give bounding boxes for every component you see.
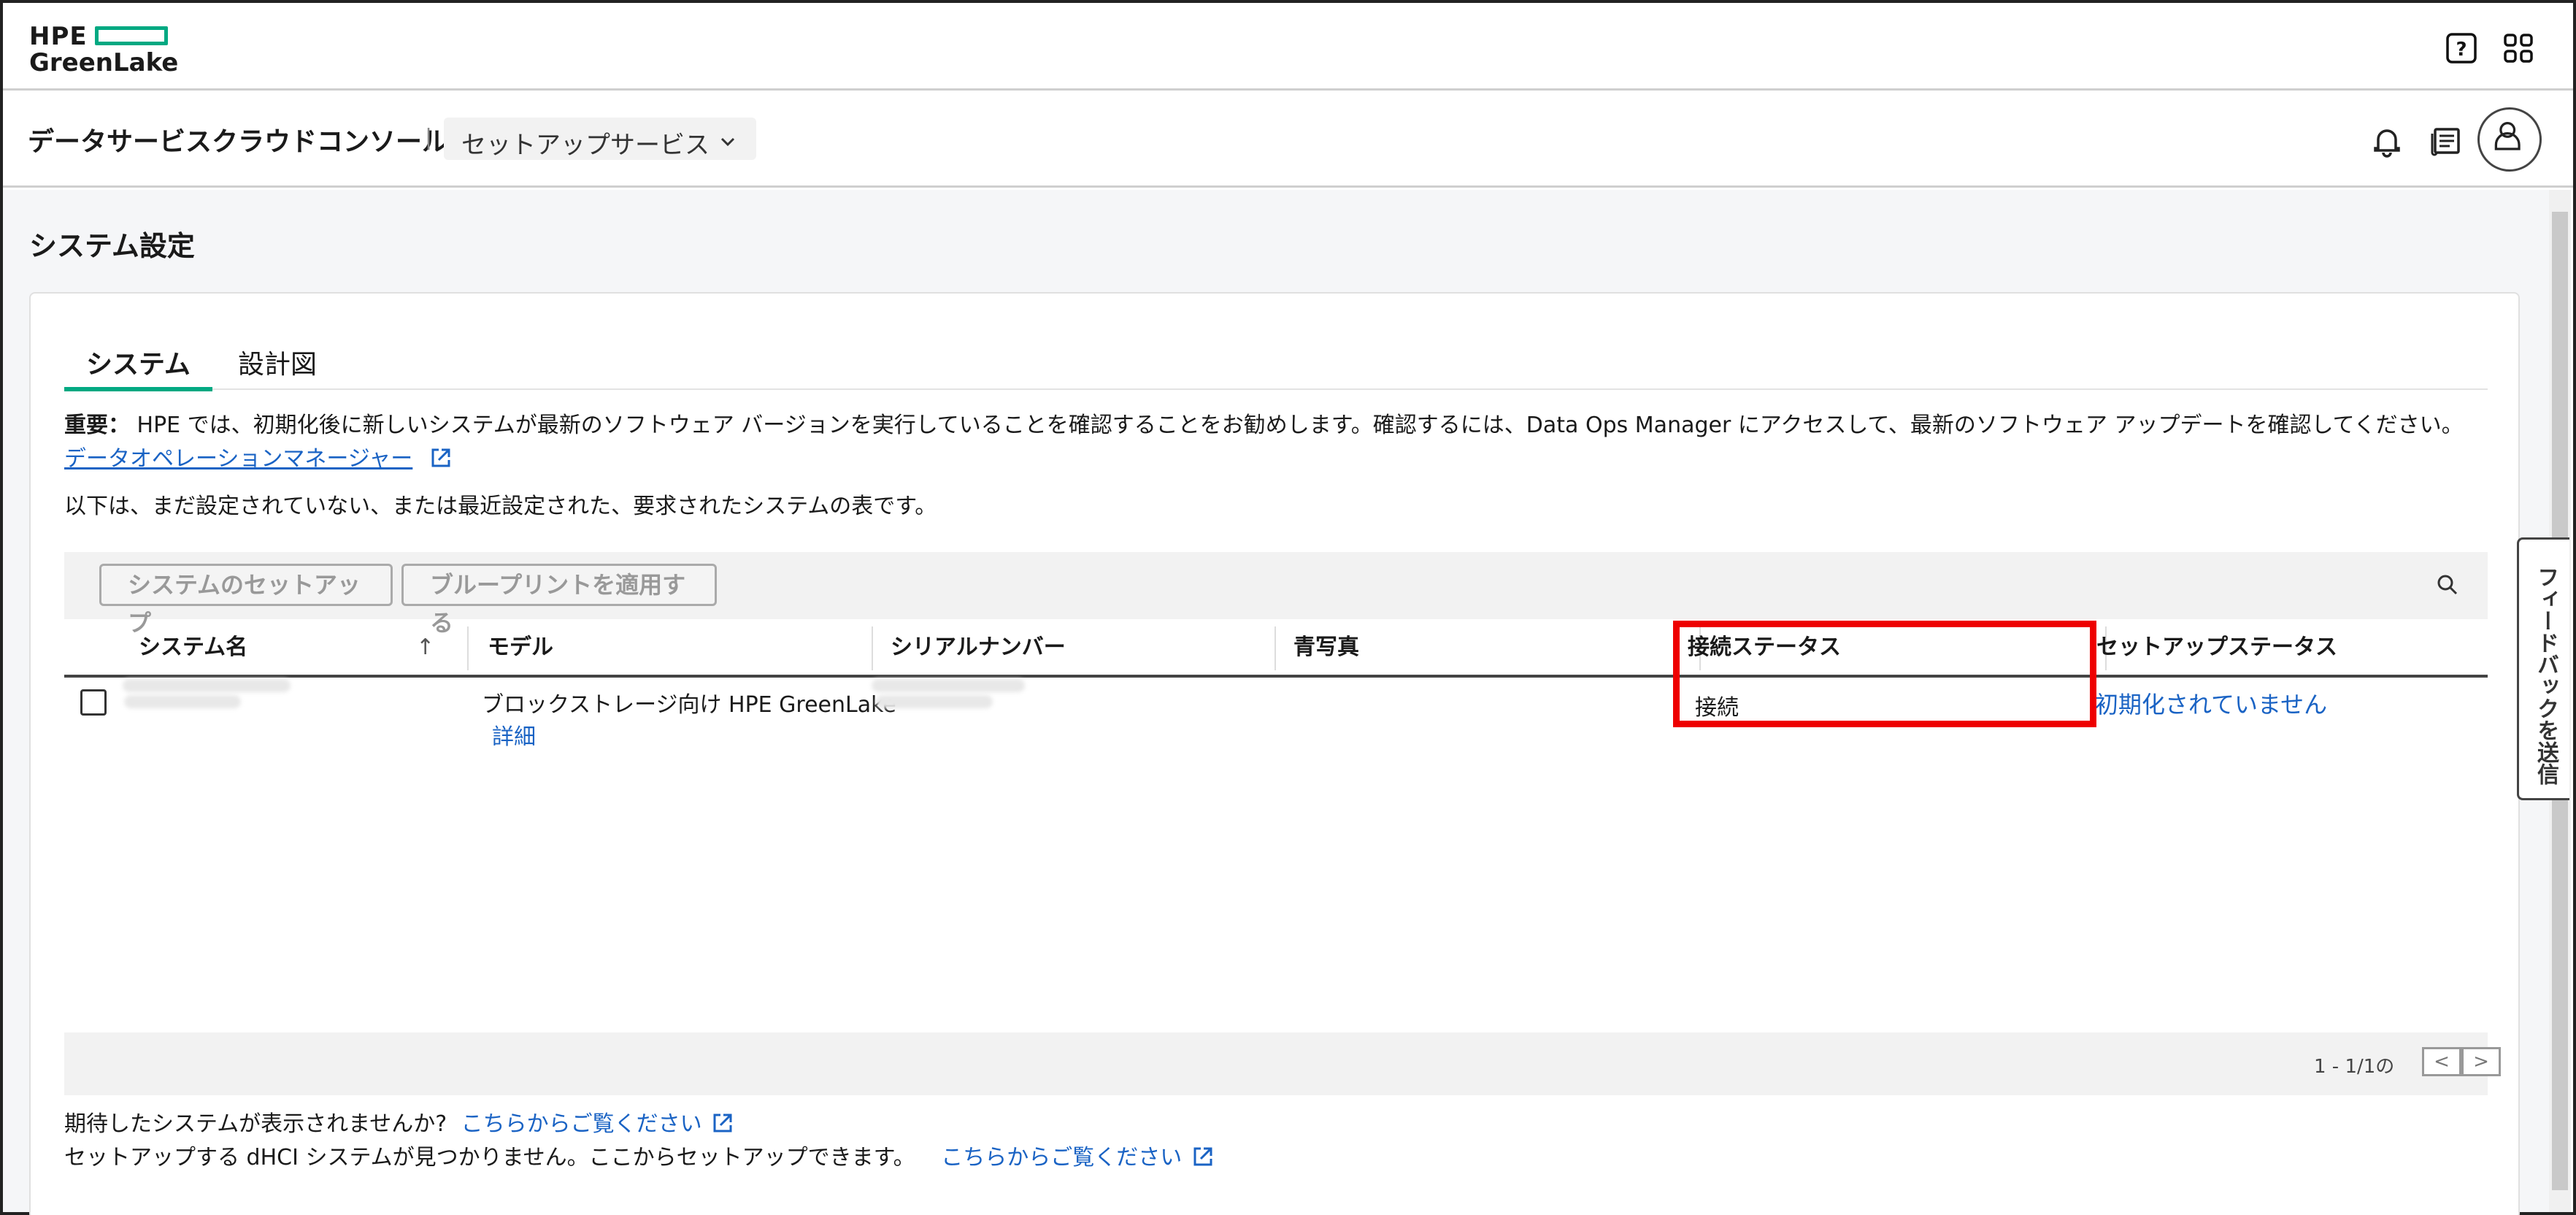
model-details-link[interactable]: 詳細 — [492, 718, 536, 751]
prev-page-button[interactable]: < — [2422, 1047, 2461, 1076]
top-bar: HPE GreenLake ? — [3, 3, 2573, 91]
service-select-label: セットアップサービス — [461, 131, 710, 160]
redacted-text — [872, 679, 1025, 692]
pagination-bar: 1 - 1/1の < > — [64, 1032, 2501, 1095]
missing-system-link[interactable]: こちらからご覧ください — [461, 1111, 702, 1137]
notice-label: 重要： — [64, 413, 130, 438]
chevron-down-icon — [720, 137, 735, 147]
redacted-system-name — [124, 695, 241, 708]
next-page-button[interactable]: > — [2461, 1047, 2501, 1076]
app-title[interactable]: データサービスクラウドコンソール — [28, 120, 448, 158]
data-ops-manager-link[interactable]: データオペレーションマネージャー — [64, 446, 412, 472]
tab-bar: システム 設計図 — [64, 336, 2488, 391]
column-label: 青写真 — [1293, 635, 1359, 660]
column-header-setup-status[interactable]: セットアップステータス — [2079, 621, 2488, 675]
hpe-greenlake-logo[interactable]: HPE GreenLake — [29, 22, 204, 80]
table-row[interactable]: ブロックストレージ向け HPE GreenLake 詳細 接続 初期化されていま… — [64, 679, 2488, 759]
column-label: システム名 — [139, 635, 248, 660]
logo-greenlake-text: GreenLake — [29, 48, 179, 77]
column-header-system-name[interactable]: システム名 ↑ — [121, 621, 450, 675]
feedback-label: フィードバックを送信 — [2533, 566, 2558, 785]
dhci-setup-link[interactable]: こちらからご覧ください — [941, 1145, 1182, 1170]
setup-system-button[interactable]: システムのセットアップ — [99, 564, 393, 637]
column-header-serial[interactable]: シリアルナンバー — [873, 621, 1274, 675]
console-header: データサービスクラウドコンソール | セットアップサービス — [3, 93, 2573, 188]
tab-systems[interactable]: システム — [64, 339, 212, 391]
connection-status-highlight — [1673, 621, 2096, 727]
setup-status-link[interactable]: 初期化されていません — [2095, 686, 2327, 720]
search-icon[interactable] — [2434, 571, 2461, 599]
external-link-icon[interactable] — [428, 445, 453, 470]
missing-system-hint: 期待したシステムが表示されませんか? こちらからご覧ください — [64, 1105, 735, 1138]
page-body: システム設定 システム 設計図 重要： HPE では、初期化後に新しいシステムが… — [3, 190, 2549, 1215]
redacted-serial — [876, 695, 993, 708]
system-card: システム 設計図 重要： HPE では、初期化後に新しいシステムが最新のソフトウ… — [29, 292, 2520, 1215]
sort-arrow-up-icon[interactable]: ↑ — [416, 621, 434, 675]
logo-hpe-text: HPE — [29, 22, 88, 51]
service-select[interactable]: セットアップサービス — [444, 118, 756, 160]
title-separator: | — [425, 125, 433, 150]
help-icon[interactable]: ? — [2445, 32, 2477, 64]
column-label: シリアルナンバー — [891, 635, 1066, 660]
notice-text: HPE では、初期化後に新しいシステムが最新のソフトウェア バージョンを実行して… — [130, 413, 2464, 438]
external-link-icon[interactable] — [710, 1111, 735, 1135]
pagination-info: 1 - 1/1の — [2314, 1056, 2395, 1078]
feedback-button[interactable]: フィードバックを送信 — [2517, 537, 2569, 800]
page-title: システム設定 — [29, 230, 195, 262]
tab-blueprints[interactable]: 設計図 — [216, 339, 339, 391]
svg-text:?: ? — [2456, 39, 2467, 61]
bell-icon[interactable] — [2368, 122, 2406, 160]
apps-grid-icon[interactable] — [2502, 32, 2534, 64]
logo-green-bar — [95, 26, 168, 45]
dhci-setup-hint: セットアップする dHCI システムが見つかりません。ここからセットアップできま… — [64, 1139, 1215, 1171]
important-notice: 重要： HPE では、初期化後に新しいシステムが最新のソフトウェア バージョンを… — [64, 409, 2495, 476]
column-header-model[interactable]: モデル — [470, 621, 872, 675]
news-icon[interactable] — [2428, 122, 2466, 160]
column-label: モデル — [488, 635, 553, 660]
table-header: システム名 ↑ モデル シリアルナンバー 青写真 接続ステータス セットアップス… — [64, 621, 2488, 678]
user-icon — [2494, 122, 2521, 150]
user-avatar-icon[interactable] — [2477, 107, 2542, 172]
redacted-text — [123, 679, 291, 692]
column-label: セットアップステータス — [2096, 635, 2337, 660]
dhci-setup-text: セットアップする dHCI システムが見つかりません。ここからセットアップできま… — [64, 1145, 915, 1170]
column-divider — [467, 626, 469, 670]
missing-system-text: 期待したシステムが表示されませんか? — [64, 1111, 447, 1137]
apply-blueprint-button[interactable]: ブループリントを適用する — [401, 564, 717, 637]
column-header-blueprint[interactable]: 青写真 — [1276, 621, 1670, 675]
model-cell: ブロックストレージ向け HPE GreenLake — [482, 692, 896, 718]
row-checkbox[interactable] — [80, 689, 107, 716]
external-link-icon[interactable] — [1191, 1144, 1215, 1169]
table-description: 以下は、まだ設定されていない、または最近設定された、要求されたシステムの表です。 — [64, 494, 937, 519]
table-toolbar: システムのセットアップ ブループリントを適用する — [64, 552, 2488, 637]
